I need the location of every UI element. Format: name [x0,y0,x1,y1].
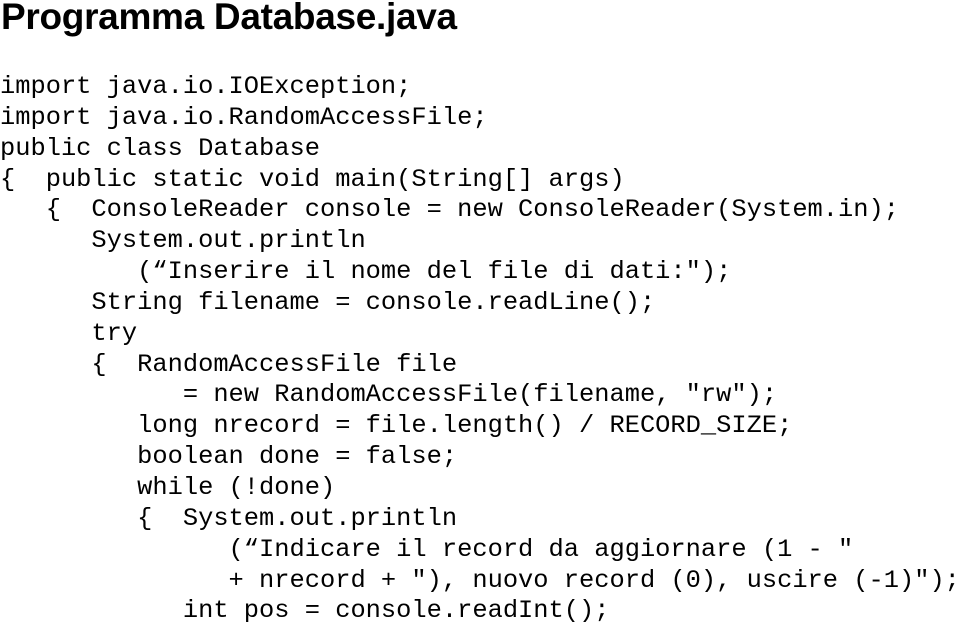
code-line: import java.io.IOException; [0,72,412,101]
code-line: = new RandomAccessFile(filename, "rw"); [0,380,778,410]
page-title: Programma Database.java [1,0,457,37]
code-line: int pos = console.readInt(); [0,596,610,626]
code-line: { ConsoleReader console = new ConsoleRea… [0,195,899,225]
code-line: (“Inserire il nome del file di dati:"); [0,257,732,287]
code-line: try [0,318,138,348]
code-line: public class Database [0,133,320,163]
code-line: + nrecord + "), nuovo record (0), uscire… [0,565,960,595]
code-line: (“Indicare il record da aggiornare (1 - … [0,534,854,564]
code-line: System.out.println [0,226,366,256]
code-line: String filename = console.readLine(); [0,287,656,317]
code-line: boolean done = false; [0,442,458,472]
code-line: while (!done) [0,472,336,502]
code-line: { public static void main(String[] args) [0,164,625,194]
code-listing: import java.io.IOException; import java.i… [0,72,960,627]
code-line: import java.io.RandomAccessFile; [0,102,488,132]
code-line: { RandomAccessFile file [0,349,458,379]
code-line: { System.out.println [0,503,458,533]
code-line: long nrecord = file.length() / RECORD_SI… [0,411,793,441]
